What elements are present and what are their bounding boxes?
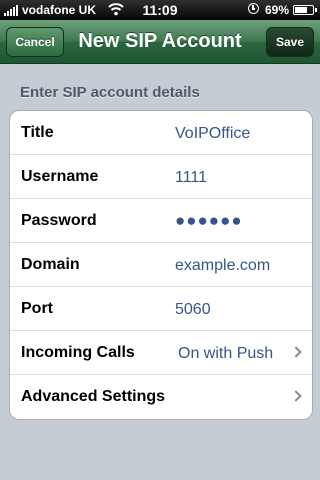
battery-percentage: 69% [265, 3, 290, 17]
title-row[interactable]: Title VoIPOffice [10, 111, 312, 155]
password-row[interactable]: Password ●●●●●● [10, 199, 312, 243]
advanced-settings-label: Advanced Settings [21, 388, 166, 405]
username-field[interactable]: 1111 [175, 169, 207, 187]
battery-icon [293, 5, 317, 15]
title-field[interactable]: VoIPOffice [175, 125, 250, 143]
status-bar: vodafone UK 11:09 69% [0, 0, 320, 20]
battery-fill [295, 7, 307, 13]
port-row[interactable]: Port 5060 [10, 287, 312, 331]
incoming-calls-label: Incoming Calls [21, 344, 135, 361]
alarm-clock-icon [248, 3, 259, 14]
port-label: Port [21, 300, 53, 317]
password-label: Password [21, 212, 97, 229]
port-field[interactable]: 5060 [175, 301, 211, 319]
title-label: Title [21, 124, 54, 141]
chevron-right-icon [290, 346, 302, 358]
section-header: Enter SIP account details [20, 84, 200, 101]
username-label: Username [21, 168, 99, 185]
incoming-calls-value: On with Push [178, 345, 274, 362]
chevron-right-icon [290, 390, 302, 402]
domain-label: Domain [21, 256, 80, 273]
advanced-settings-row[interactable]: Advanced Settings [10, 375, 312, 419]
save-button[interactable]: Save [266, 27, 314, 57]
sip-account-form: Title VoIPOffice Username 1111 Password … [9, 110, 313, 420]
domain-field[interactable]: example.com [175, 257, 270, 275]
incoming-calls-row[interactable]: Incoming Calls On with Push [10, 331, 312, 375]
navigation-bar: Cancel New SIP Account Save [0, 20, 320, 64]
username-row[interactable]: Username 1111 [10, 155, 312, 199]
domain-row[interactable]: Domain example.com [10, 243, 312, 287]
password-field[interactable]: ●●●●●● [175, 211, 243, 231]
